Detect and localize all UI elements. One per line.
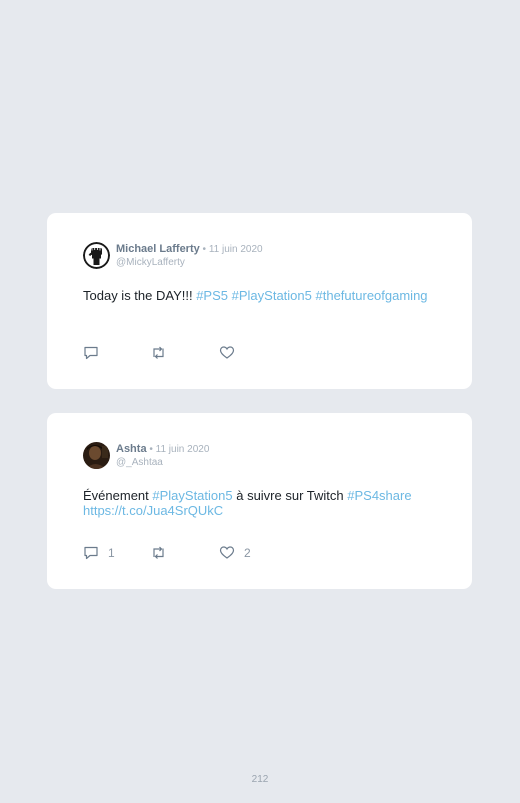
text-segment: à suivre sur Twitch xyxy=(232,488,348,503)
separator: • xyxy=(199,244,209,255)
url-link[interactable]: https://t.co/Jua4SrQUkC xyxy=(83,503,223,518)
author-handle[interactable]: @MickyLafferty xyxy=(116,256,263,269)
tweet-header: Ashta • 11 juin 2020 @_Ashtaa xyxy=(116,443,209,469)
tweet-text: Today is the DAY!!! #PS5 #PlayStation5 #… xyxy=(83,288,443,303)
author-handle[interactable]: @_Ashtaa xyxy=(116,456,209,469)
avatar[interactable] xyxy=(83,442,110,469)
tweet-header: Michael Lafferty • 11 juin 2020 @MickyLa… xyxy=(116,243,263,269)
heart-icon xyxy=(219,546,235,559)
text-segment: Événement xyxy=(83,488,153,503)
hashtag-link[interactable]: #PS4share xyxy=(347,488,411,503)
hashtag-link[interactable]: #PlayStation5 xyxy=(152,488,232,503)
like-button[interactable]: 2 xyxy=(219,545,251,560)
hashtag-link[interactable]: #thefutureofgaming xyxy=(316,288,428,303)
retweet-icon xyxy=(153,346,164,359)
reply-button[interactable] xyxy=(83,345,108,360)
reply-icon xyxy=(84,546,98,560)
avatar[interactable] xyxy=(83,242,110,269)
hashtag-link[interactable]: #PS5 xyxy=(196,288,228,303)
tweet-text: Événement #PlayStation5 à suivre sur Twi… xyxy=(83,488,443,518)
separator: • xyxy=(146,444,156,455)
raised-fist-avatar-icon xyxy=(83,242,110,269)
retweet-icon xyxy=(153,546,164,559)
page-number: 212 xyxy=(251,774,269,785)
tweet-date[interactable]: 11 juin 2020 xyxy=(209,244,263,255)
reply-icon xyxy=(84,346,98,360)
like-button[interactable] xyxy=(219,345,244,360)
author-name[interactable]: Ashta xyxy=(116,443,147,455)
heart-icon xyxy=(219,346,235,359)
reply-count: 1 xyxy=(108,545,115,560)
reply-button[interactable]: 1 xyxy=(83,545,115,560)
hashtag-link[interactable]: #PlayStation5 xyxy=(232,288,312,303)
like-count: 2 xyxy=(244,545,251,560)
person-photo-avatar-icon xyxy=(83,442,110,469)
tweet-card[interactable]: Michael Lafferty • 11 juin 2020 @MickyLa… xyxy=(47,213,472,389)
tweet-actions xyxy=(83,345,463,361)
text-segment: Today is the DAY!!! xyxy=(83,288,197,303)
retweet-button[interactable] xyxy=(150,345,176,360)
tweet-card[interactable]: Ashta • 11 juin 2020 @_Ashtaa Événement … xyxy=(47,413,472,589)
tweet-actions: 1 2 xyxy=(83,545,463,561)
retweet-button[interactable] xyxy=(150,545,176,560)
author-name[interactable]: Michael Lafferty xyxy=(116,243,200,255)
tweet-date[interactable]: 11 juin 2020 xyxy=(156,444,210,455)
